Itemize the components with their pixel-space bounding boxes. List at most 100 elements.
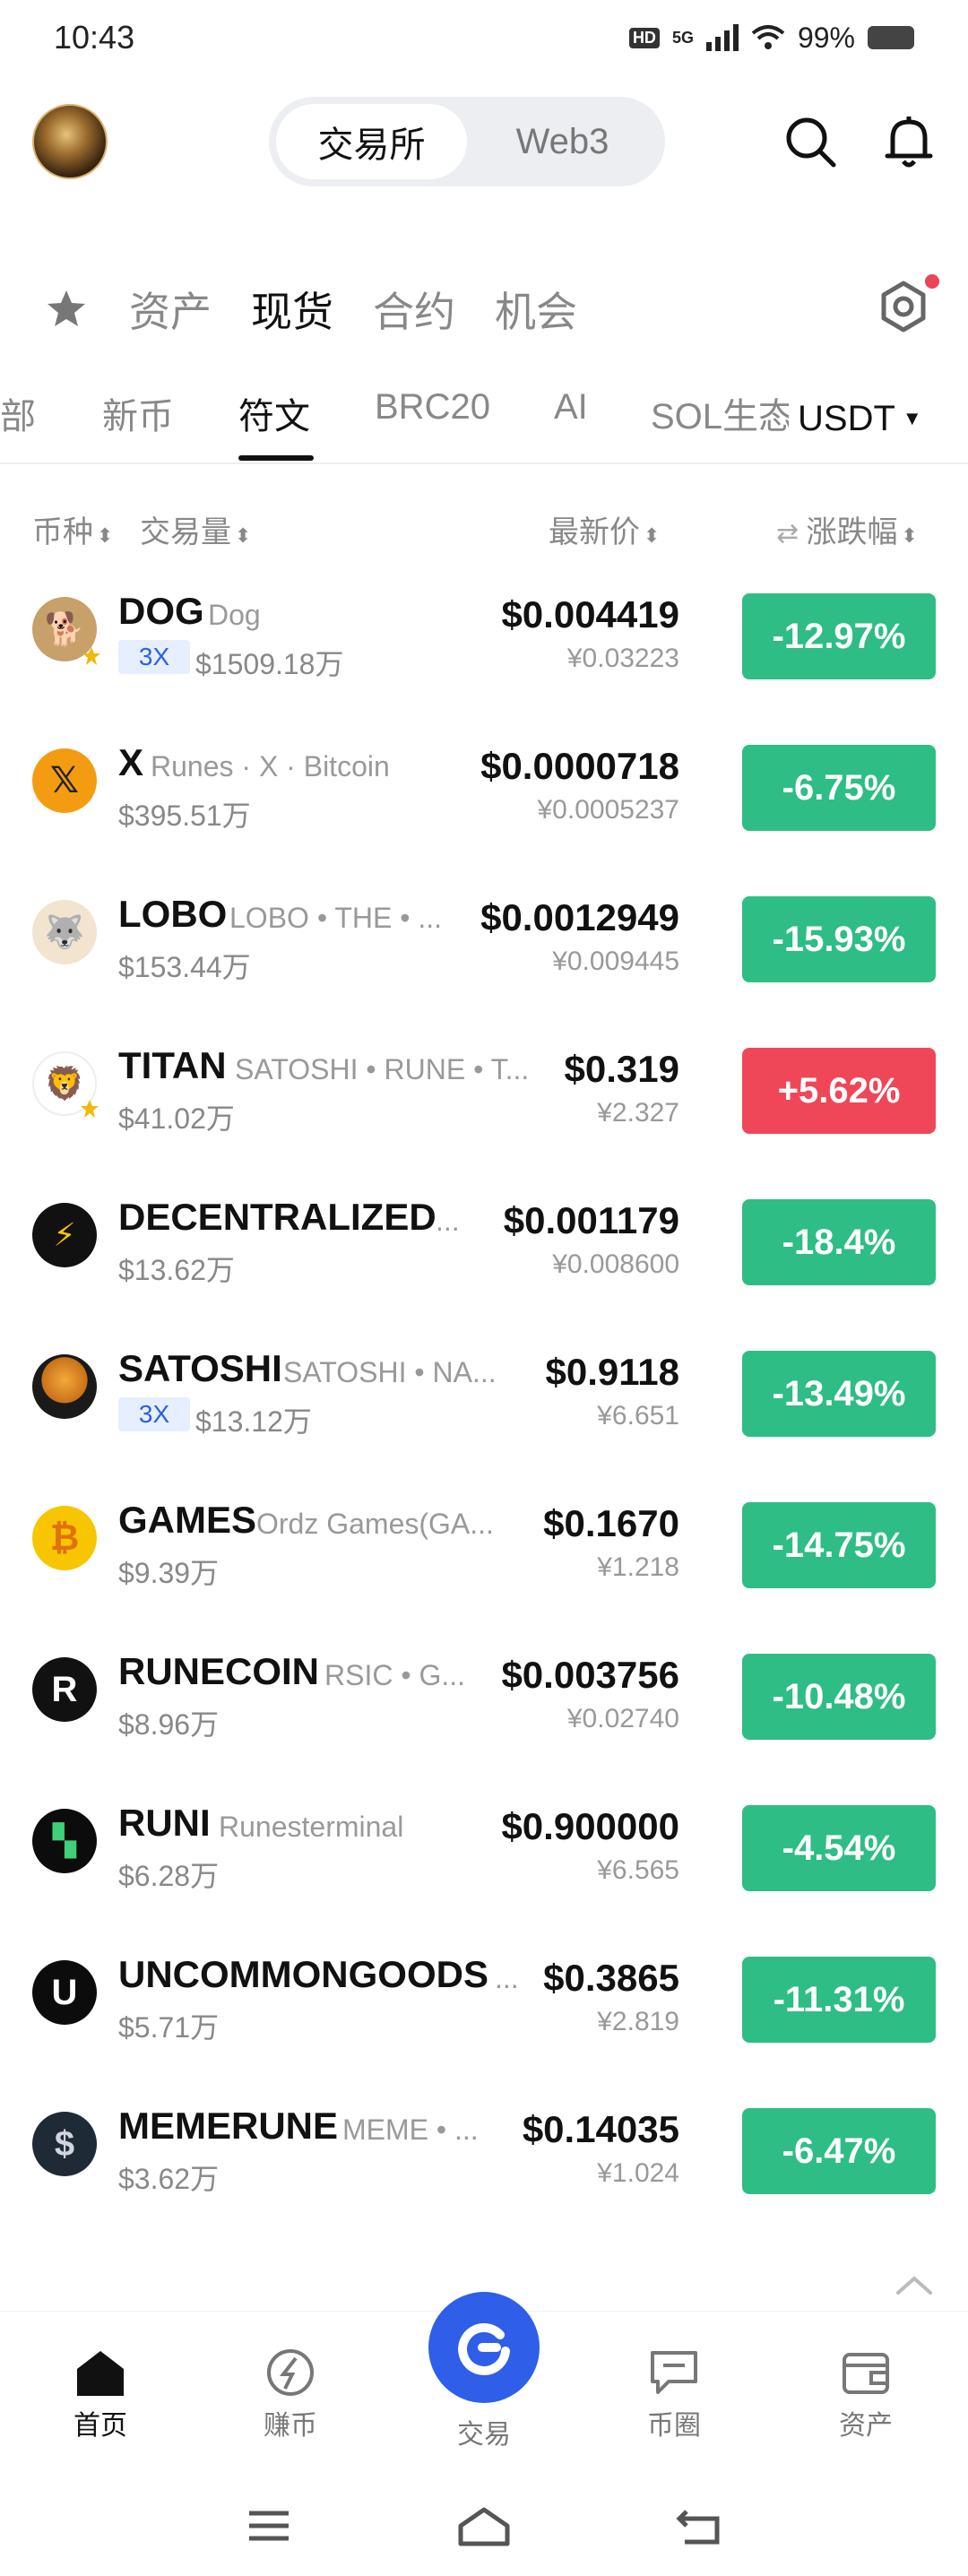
coin-price: $0.9118 [545, 1351, 679, 1393]
change-badge[interactable]: -12.97% [742, 593, 936, 679]
coin-symbol: MEMERUNE [118, 2105, 339, 2147]
hd-indicator: HD [628, 27, 660, 48]
coin-volume: $1509.18万 [195, 648, 344, 680]
change-badge[interactable]: -11.31% [742, 1957, 936, 2043]
tab-futures[interactable]: 合约 [373, 280, 455, 339]
coin-symbol: X [118, 741, 144, 783]
tab-all[interactable]: 部 [0, 387, 36, 439]
status-bar: 10:43 HD 5G 99% [0, 0, 968, 75]
coin-symbol: UNCOMMONGOODS [118, 1953, 488, 1995]
coin-name: ... [495, 1962, 519, 1994]
lobo-coin-icon: 🐺 [32, 900, 97, 964]
menu-icon[interactable] [246, 2504, 292, 2547]
coin-price: $0.004419 [501, 593, 679, 635]
sort-volume[interactable]: 交易量 ⬍ [140, 507, 251, 551]
coin-volume: $9.39万 [118, 1557, 220, 1589]
tab-ai[interactable]: AI [554, 387, 588, 428]
swap-icon: ⇄ [776, 519, 807, 549]
chevron-up-icon[interactable] [893, 2271, 936, 2298]
bell-icon[interactable] [880, 113, 938, 170]
segment-web3[interactable]: Web3 [467, 104, 658, 179]
nav-earn[interactable]: 赚币 [219, 2347, 362, 2442]
sort-change[interactable]: ⇄ 涨跌幅 ⬍ [776, 507, 918, 551]
market-row[interactable]: U UNCOMMONGOODS ... $5.71万 $0.3865 ¥2.81… [0, 1933, 968, 2085]
search-icon[interactable] [782, 113, 839, 170]
settings-icon[interactable] [875, 278, 932, 335]
wallet-icon [843, 2353, 889, 2394]
coin-volume: $13.62万 [118, 1254, 235, 1286]
change-badge[interactable]: -10.48% [742, 1654, 936, 1740]
change-badge[interactable]: -4.54% [742, 1805, 936, 1891]
5g-indicator: 5G [671, 28, 694, 47]
coin-name: LOBO • THE • ... [229, 902, 442, 934]
sort-arrows-icon: ⬍ [235, 524, 252, 547]
dollar-coin-icon: $ [32, 2112, 97, 2176]
coin-price-cny: ¥2.327 [597, 1098, 679, 1128]
tab-spot[interactable]: 现货 [251, 280, 333, 339]
coin-price: $0.14035 [522, 2108, 679, 2150]
nav-trade-button[interactable] [428, 2292, 540, 2403]
system-nav-bar [0, 2477, 968, 2576]
tab-assets[interactable]: 资产 [129, 280, 212, 339]
coin-price-cny: ¥0.009445 [552, 947, 679, 976]
wifi-icon [751, 25, 785, 49]
coin-symbol: DOG [118, 590, 204, 632]
back-icon[interactable] [676, 2504, 722, 2547]
home-system-icon[interactable] [457, 2504, 511, 2547]
tab-opportunities[interactable]: 机会 [495, 280, 577, 339]
change-badge[interactable]: -6.47% [742, 2108, 936, 2194]
change-badge[interactable]: -15.93% [742, 896, 936, 982]
sort-coin[interactable]: 币种 ⬍ [32, 507, 113, 551]
coin-volume: $41.02万 [118, 1102, 235, 1135]
quote-currency-selector[interactable]: USDT ▼ [789, 378, 968, 459]
change-badge[interactable]: -13.49% [742, 1351, 936, 1437]
change-badge[interactable]: -18.4% [742, 1199, 936, 1285]
nav-trade-label: 交易 [457, 2420, 511, 2450]
sort-price[interactable]: 最新价 ⬍ [549, 507, 660, 551]
exchange-web3-switch: 交易所 Web3 [269, 97, 665, 186]
avatar[interactable] [32, 104, 108, 179]
tab-runes[interactable]: 符文 [238, 387, 310, 439]
status-indicators: HD 5G 99% [628, 22, 914, 55]
primary-tabs: 资产 现货 合约 机会 [0, 272, 968, 344]
favorites-star-icon[interactable] [45, 287, 88, 330]
change-badge[interactable]: -6.75% [742, 745, 936, 831]
market-row[interactable]: SATOSHI SATOSHI • NA... 3X $13.12万 $0.91… [0, 1327, 968, 1479]
coin-symbol: RUNI [118, 1802, 211, 1844]
market-row[interactable]: R RUNECOIN RSIC • G... $8.96万 $0.003756 … [0, 1630, 968, 1782]
coin-volume: $6.28万 [118, 1860, 220, 1892]
coin-price-cny: ¥0.02740 [566, 1704, 679, 1733]
coin-name: Runesterminal [219, 1811, 404, 1843]
star-badge-icon [82, 647, 100, 665]
coin-symbol: LOBO [118, 893, 228, 935]
market-row[interactable]: 🐕 DOG Dog 3X $1509.18万 $0.004419 ¥0.0322… [0, 570, 968, 722]
nav-home[interactable]: 首页 [29, 2347, 172, 2442]
nav-community[interactable]: 币圈 [602, 2347, 746, 2442]
change-badge[interactable]: +5.62% [742, 1048, 936, 1134]
market-row[interactable]: 🐺 LOBO LOBO • THE • ... $153.44万 $0.0012… [0, 873, 968, 1024]
market-row[interactable]: ₿ GAMES Ordz Games(GA... $9.39万 $0.1670 … [0, 1479, 968, 1630]
coin-volume: $13.12万 [195, 1405, 312, 1438]
coin-price-cny: ¥1.024 [597, 2158, 679, 2188]
segment-exchange[interactable]: 交易所 [276, 104, 467, 179]
tab-new-coins[interactable]: 新币 [102, 387, 174, 439]
bitcoin-coin-icon: ₿ [32, 1506, 97, 1570]
market-row[interactable]: 🦁 TITAN SATOSHI • RUNE • T... $41.02万 $0… [0, 1024, 968, 1176]
nav-assets[interactable]: 资产 [794, 2347, 938, 2442]
coin-price: $0.319 [564, 1048, 679, 1090]
market-row[interactable]: $ MEMERUNE MEME • ... $3.62万 $0.14035 ¥1… [0, 2085, 968, 2236]
market-row[interactable]: ▚ RUNI Runesterminal $6.28万 $0.900000 ¥6… [0, 1782, 968, 1933]
coin-name: Ordz Games(GA... [256, 1508, 494, 1540]
market-row[interactable]: 𝕏 X Runes · X · Bitcoin $395.51万 $0.0000… [0, 722, 968, 873]
quote-currency: USDT [798, 398, 895, 438]
coin-price: $0.0012949 [480, 896, 679, 938]
tab-sol-eco[interactable]: SOL生态 [651, 387, 794, 439]
star-badge-icon [81, 1100, 99, 1118]
tab-brc20[interactable]: BRC20 [375, 387, 490, 428]
coin-name: Dog [208, 599, 261, 631]
coin-symbol: TITAN [118, 1044, 227, 1086]
column-headers: 币种 ⬍ 交易量 ⬍ 最新价 ⬍ ⇄ 涨跌幅 ⬍ [0, 507, 968, 552]
change-badge[interactable]: -14.75% [742, 1502, 936, 1588]
satoshi-coin-icon [32, 1354, 97, 1419]
market-row[interactable]: ⚡ DECENTRALIZED ... $13.62万 $0.001179 ¥0… [0, 1176, 968, 1327]
